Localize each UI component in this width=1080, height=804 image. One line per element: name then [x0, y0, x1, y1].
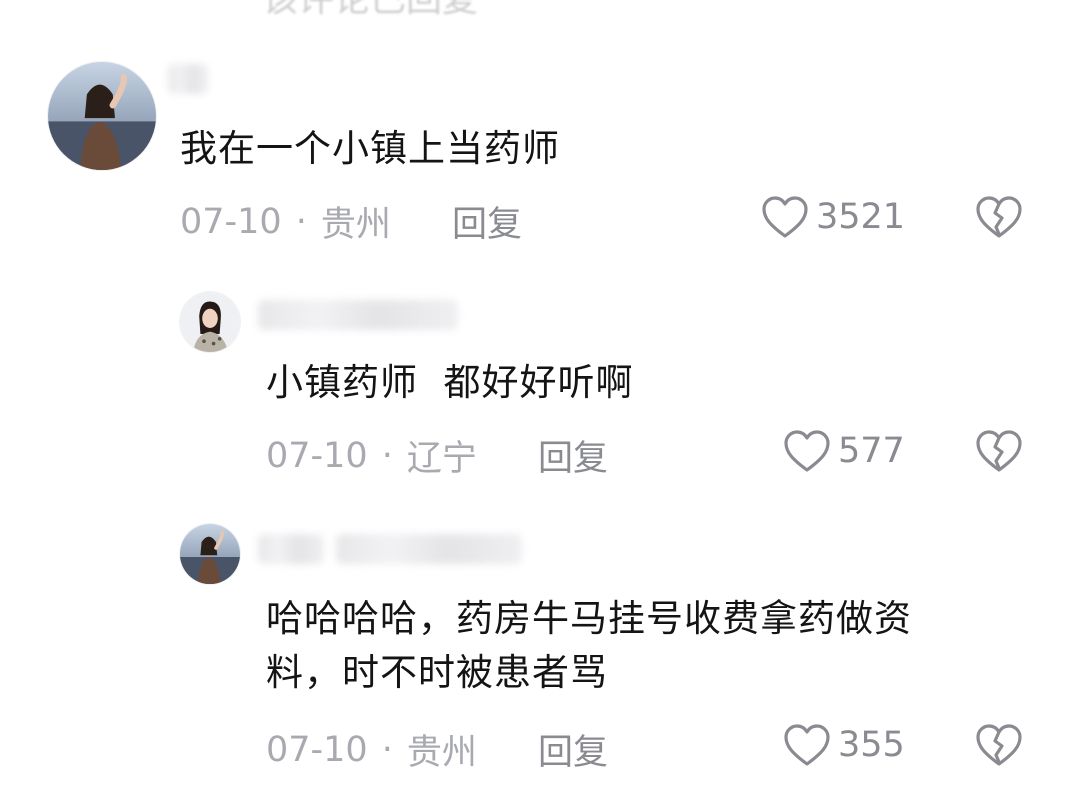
dislike-button[interactable] [974, 722, 1024, 768]
like-button[interactable]: 3521 [760, 194, 905, 240]
like-count: 577 [838, 431, 905, 471]
comment-location: 辽宁 [406, 439, 477, 479]
dislike-button[interactable] [974, 428, 1024, 474]
comment-text-line: 料，时不时被患者骂 [266, 651, 608, 694]
avatar[interactable] [48, 62, 156, 170]
comment-location: 贵州 [406, 733, 477, 773]
comment-text: 小镇药师 都好好听啊 [266, 361, 634, 404]
username-blurred[interactable] [168, 64, 208, 94]
username-blurred[interactable] [258, 534, 522, 564]
previous-comment-fragment: 该评论已回复 [262, 0, 478, 22]
like-count: 3521 [816, 197, 906, 237]
avatar[interactable] [180, 524, 240, 584]
reply-button[interactable]: 回复 [538, 724, 608, 775]
username-blurred[interactable] [258, 300, 458, 330]
broken-heart-icon [976, 724, 1022, 766]
username-blur [258, 300, 458, 330]
avatar[interactable] [180, 292, 240, 352]
username-blur [336, 534, 522, 564]
like-button[interactable]: 577 [782, 428, 905, 474]
heart-outline-icon [762, 196, 808, 238]
reply-button[interactable]: 回复 [452, 196, 522, 247]
comment-text-line: 哈哈哈哈，药房牛马挂号收费拿药做资 [266, 597, 912, 640]
meta-separator: · [381, 435, 393, 476]
like-count: 355 [838, 725, 905, 765]
comment-location: 贵州 [320, 205, 391, 245]
broken-heart-icon [976, 196, 1022, 238]
comment-text: 哈哈哈哈，药房牛马挂号收费拿药做资 料，时不时被患者骂 [266, 596, 912, 696]
like-button[interactable]: 355 [782, 722, 905, 768]
username-blur [168, 64, 208, 94]
comment-date: 07-10 [266, 435, 368, 476]
comment-date: 07-10 [180, 201, 282, 242]
heart-outline-icon [784, 430, 830, 472]
broken-heart-icon [976, 430, 1022, 472]
dislike-button[interactable] [974, 194, 1024, 240]
comment-meta: 07-10 · 贵州 [266, 724, 477, 775]
comment-meta: 07-10 · 贵州 [180, 196, 391, 247]
meta-separator: · [295, 201, 307, 242]
username-blur [258, 534, 324, 564]
comment-meta: 07-10 · 辽宁 [266, 430, 477, 481]
comment-text: 我在一个小镇上当药师 [180, 127, 560, 170]
reply-button[interactable]: 回复 [538, 430, 608, 481]
comment-date: 07-10 [266, 729, 368, 770]
heart-outline-icon [784, 724, 830, 766]
meta-separator: · [381, 729, 393, 770]
